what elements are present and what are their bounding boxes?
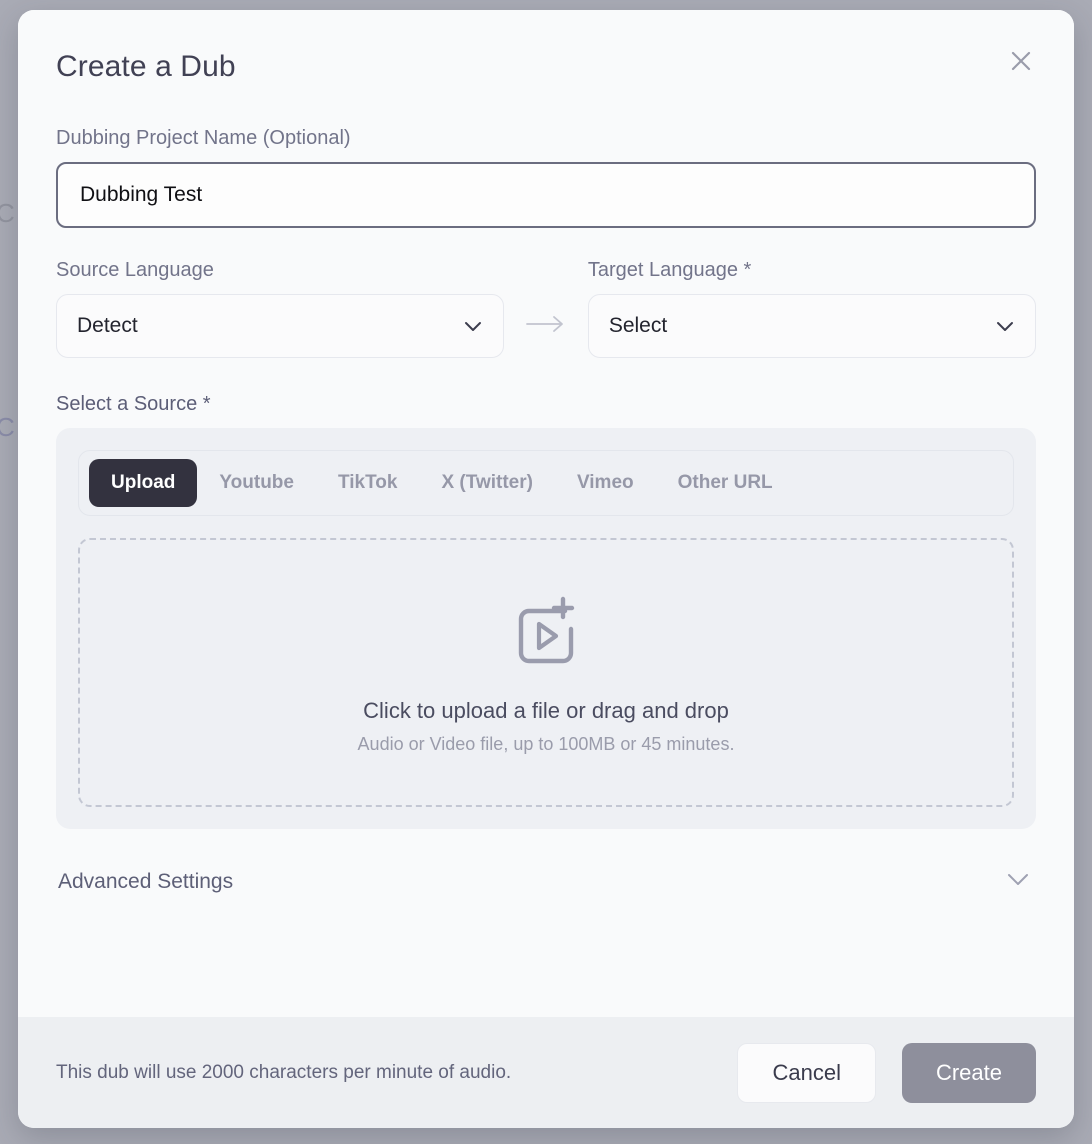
tab-vimeo[interactable]: Vimeo — [555, 459, 656, 507]
background-ghost-text-1: C — [0, 198, 15, 229]
chevron-down-icon — [461, 314, 485, 338]
source-language-value: Detect — [77, 314, 138, 338]
tab-tiktok[interactable]: TikTok — [316, 459, 419, 507]
source-panel: Upload Youtube TikTok X (Twitter) Vimeo … — [56, 428, 1036, 829]
chevron-down-icon — [993, 314, 1017, 338]
source-language-select[interactable]: Detect — [56, 294, 504, 358]
select-source-group: Select a Source * Upload Youtube TikTok … — [56, 392, 1036, 829]
file-dropzone[interactable]: Click to upload a file or drag and drop … — [78, 538, 1014, 807]
advanced-settings-label: Advanced Settings — [58, 870, 233, 894]
language-row: Source Language Detect — [56, 258, 1036, 358]
tab-x-twitter[interactable]: X (Twitter) — [419, 459, 554, 507]
dialog-footer: This dub will use 2000 characters per mi… — [18, 1017, 1074, 1128]
advanced-settings-toggle[interactable]: Advanced Settings — [56, 863, 1036, 896]
video-plus-icon — [503, 591, 589, 682]
close-button[interactable] — [1004, 46, 1038, 80]
cancel-button[interactable]: Cancel — [737, 1043, 875, 1103]
target-language-group: Target Language * Select — [588, 258, 1036, 358]
chevron-down-icon — [1002, 867, 1034, 896]
dialog-header: Create a Dub — [56, 52, 1036, 82]
create-dub-dialog: Create a Dub Dubbing Project Name (Optio… — [18, 10, 1074, 1128]
source-language-label: Source Language — [56, 258, 504, 282]
project-name-label: Dubbing Project Name (Optional) — [56, 126, 1036, 150]
select-source-label: Select a Source * — [56, 392, 1036, 416]
dropzone-title: Click to upload a file or drag and drop — [363, 698, 729, 724]
source-tab-bar: Upload Youtube TikTok X (Twitter) Vimeo … — [78, 450, 1014, 516]
target-language-select[interactable]: Select — [588, 294, 1036, 358]
source-language-group: Source Language Detect — [56, 258, 504, 358]
target-language-value: Select — [609, 314, 667, 338]
dialog-body: Create a Dub Dubbing Project Name (Optio… — [18, 10, 1074, 1017]
tab-upload[interactable]: Upload — [89, 459, 197, 507]
close-icon — [1007, 47, 1035, 80]
create-button[interactable]: Create — [902, 1043, 1036, 1103]
background-ghost-text-2: C — [0, 412, 15, 443]
page-title: Create a Dub — [56, 52, 236, 82]
dropzone-subtitle: Audio or Video file, up to 100MB or 45 m… — [358, 734, 735, 755]
arrow-right-icon — [524, 314, 568, 339]
project-name-input[interactable] — [56, 162, 1036, 228]
footer-actions: Cancel Create — [737, 1043, 1036, 1103]
tab-other-url[interactable]: Other URL — [656, 459, 795, 507]
project-name-field-group: Dubbing Project Name (Optional) — [56, 126, 1036, 228]
direction-arrow — [504, 294, 588, 358]
target-language-label: Target Language * — [588, 258, 1036, 282]
character-usage-note: This dub will use 2000 characters per mi… — [56, 1062, 511, 1084]
tab-youtube[interactable]: Youtube — [197, 459, 316, 507]
